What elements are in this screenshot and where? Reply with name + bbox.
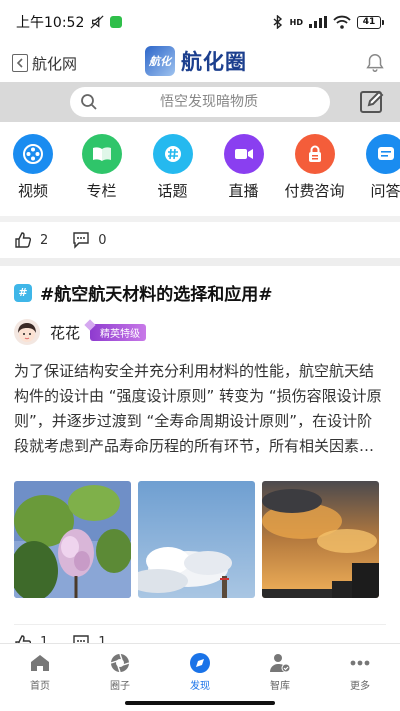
- qa-icon: [365, 134, 400, 174]
- mute-icon: [90, 15, 104, 29]
- category-label: 直播: [228, 182, 259, 200]
- logo-text: 航化圈: [181, 50, 247, 74]
- category-live[interactable]: 直播: [208, 134, 279, 216]
- comment-icon: [73, 232, 89, 249]
- battery-level: 41: [357, 15, 381, 29]
- lock-icon: [294, 134, 335, 174]
- signal-icon: [309, 16, 327, 28]
- video-camera-icon: [223, 134, 264, 174]
- tab-label: 发现: [190, 681, 210, 692]
- app-header: 航化网 航化 航化圈: [0, 44, 400, 82]
- section-divider: [0, 258, 400, 266]
- author-level-badge: 精英特级: [90, 323, 147, 341]
- avatar[interactable]: [14, 319, 40, 345]
- post-image-flowers[interactable]: [14, 481, 131, 598]
- category-label: 专栏: [86, 182, 117, 200]
- tab-label: 圈子: [110, 681, 130, 692]
- bluetooth-icon: [273, 15, 282, 29]
- book-icon: [81, 134, 122, 174]
- topic-icon: #: [14, 283, 32, 302]
- home-icon: [31, 655, 49, 671]
- battery-icon: 41: [357, 15, 384, 29]
- aperture-icon: [110, 653, 130, 673]
- post-card[interactable]: # #航空航天材料的选择和应用# 花花 精英特级 为了保证结构安全并充分利用材料…: [0, 266, 400, 660]
- category-paid-consult[interactable]: 付费咨询: [279, 134, 350, 216]
- comment-count: 0: [98, 232, 107, 248]
- tab-home[interactable]: 首页: [0, 644, 80, 711]
- edit-post-button[interactable]: [358, 88, 386, 116]
- category-label: 问答: [370, 182, 400, 200]
- hashtag-icon: [152, 134, 193, 174]
- category-label: 话题: [157, 182, 188, 200]
- post-images: [14, 481, 386, 598]
- back-arrow-icon: [12, 54, 28, 72]
- home-indicator[interactable]: [125, 701, 275, 705]
- like-button[interactable]: 2: [14, 231, 48, 249]
- comment-button[interactable]: 0: [72, 231, 107, 249]
- post-image-clouds[interactable]: [138, 481, 255, 598]
- prev-post-actions: 2 0: [0, 222, 400, 258]
- wechat-notification-icon: [110, 16, 123, 28]
- category-qa[interactable]: 问答: [350, 134, 400, 216]
- category-video[interactable]: 视频: [0, 134, 66, 216]
- post-title[interactable]: # #航空航天材料的选择和应用#: [14, 280, 386, 305]
- thumbs-up-icon: [15, 232, 32, 248]
- category-column[interactable]: 专栏: [66, 134, 137, 216]
- post-image-sunset[interactable]: [262, 481, 379, 598]
- category-nav: 视频 专栏 话题 直播 付费咨询 问答: [0, 122, 400, 216]
- category-label: 付费咨询: [284, 182, 345, 200]
- back-label: 航化网: [32, 54, 78, 73]
- film-reel-icon: [13, 134, 53, 174]
- status-time: 上午10:52: [16, 15, 85, 31]
- post-title-text: #航空航天材料的选择和应用#: [40, 285, 273, 305]
- app-logo: 航化 航化圈: [145, 46, 247, 76]
- bell-icon[interactable]: [364, 52, 386, 74]
- tab-label: 首页: [30, 681, 50, 692]
- logo-mark-icon: 航化: [145, 46, 175, 76]
- back-button[interactable]: 航化网: [12, 53, 77, 74]
- more-dots-icon: [350, 660, 370, 666]
- search-input[interactable]: [98, 94, 320, 110]
- search-bar-row: [0, 82, 400, 122]
- like-count: 2: [40, 232, 49, 248]
- search-box[interactable]: [70, 87, 330, 117]
- search-icon: [81, 94, 97, 110]
- person-check-icon: [270, 654, 291, 673]
- tab-more[interactable]: 更多: [320, 644, 400, 711]
- author-name[interactable]: 花花: [50, 322, 80, 343]
- tab-label: 智库: [270, 681, 290, 692]
- post-author[interactable]: 花花 精英特级: [14, 319, 386, 345]
- category-label: 视频: [17, 182, 48, 200]
- wifi-icon: [333, 15, 351, 29]
- status-bar: 上午10:52 HD 41: [0, 0, 400, 44]
- app-screen: 上午10:52 HD 41 航化网 航化 航化圈 悟空发现暗物质 视频 专栏 话…: [0, 0, 400, 711]
- post-body[interactable]: 为了保证结构安全并充分利用材料的性能，航空航天结构件的设计由 “强度设计原则” …: [14, 359, 386, 459]
- tab-label: 更多: [350, 681, 370, 692]
- category-topic[interactable]: 话题: [137, 134, 208, 216]
- compass-icon: [190, 653, 210, 673]
- network-type-label: HD: [289, 17, 303, 27]
